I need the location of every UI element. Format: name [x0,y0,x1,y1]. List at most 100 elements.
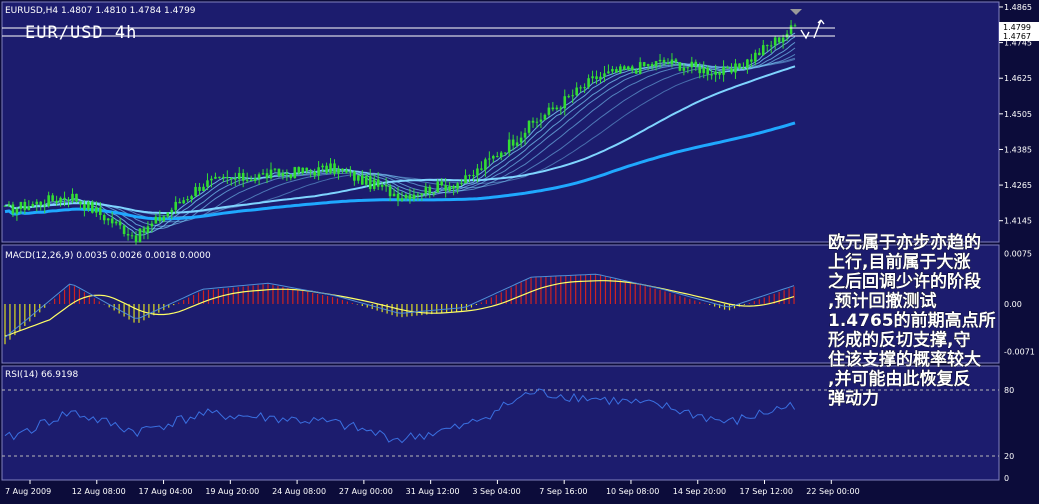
candle-body [503,152,507,154]
chart-window: 1.4865 1.4745 1.4625 1.4505 1.4385 1.4265 1.41… [0,0,1039,500]
candle-body [210,178,213,181]
candle-body [372,179,376,189]
candle-body [666,62,670,64]
candle-body [376,179,380,187]
candle-body [222,176,225,178]
candle-body [607,71,610,74]
macd-header: MACD(12,26,9) 0.0035 0.0026 0.0018 0.000… [5,251,211,261]
candle-body [777,37,781,43]
candle-body [229,177,233,179]
candle-body [730,68,733,73]
candle-body [694,61,698,67]
candle-body [480,168,483,170]
candle-body [543,114,547,120]
annotation-line: 形成的反切支撑,守 [828,330,970,351]
candle-body [642,62,646,67]
candle-body [158,216,162,221]
annotation-line: 弹动力 [828,388,879,409]
candle-body [289,174,293,179]
candle-body [341,168,344,171]
time-tick-label: 22 Sep 00:00 [806,487,859,496]
candle-body [297,167,301,174]
candle-body [79,201,82,204]
candle-body [591,76,594,79]
candle-body [789,25,793,34]
candle-body [563,96,567,109]
candle-body [67,199,70,201]
candle-body [269,169,273,179]
candle-body [281,172,285,176]
candle-body [567,96,571,98]
candle-body [218,176,221,178]
candle-body [492,156,495,159]
candle-body [245,179,249,181]
symbol-header: EURUSD,H4 1.4807 1.4810 1.4784 1.4799 [5,6,196,16]
rsi-tick-label: 20 [1004,452,1014,461]
macd-tick-label: -0.0071 [1004,348,1035,357]
candle-body [412,194,416,200]
candle-body [646,64,650,67]
candle-body [150,223,154,227]
candle-body [674,59,678,63]
macd-tick-label: 0.0075 [1004,250,1032,259]
candle-body [353,171,356,181]
candle-body [384,184,388,187]
candle-body [499,152,503,158]
candle-body [416,194,420,196]
candle-body [468,175,471,177]
candle-body [452,186,455,189]
candle-body [615,69,618,73]
candle-body [261,173,265,175]
candle-body [98,207,102,216]
candle-body [769,45,773,47]
candle-body [178,201,181,204]
candle-body [765,45,769,47]
candle-body [154,216,158,224]
candle-body [27,206,31,211]
rsi-tick-label: 80 [1004,386,1014,395]
candle-body [364,175,368,185]
chart-canvas[interactable]: 1.48651.47451.46251.45051.43851.42651.41… [0,0,1039,500]
candle-body [134,235,138,243]
candle-body [662,59,666,63]
candle-body [392,193,396,197]
candle-body [587,78,590,88]
candle-body [333,163,336,174]
candle-body [329,163,332,173]
candle-body [95,207,98,213]
candle-body [309,170,312,172]
candle-body [761,45,765,56]
candle-body [726,67,729,69]
annotation-line: 欧元属于亦步亦趋的 [828,232,981,253]
candle-body [396,193,400,201]
candle-body [718,71,721,75]
candle-body [781,37,785,43]
candle-body [91,202,94,213]
candle-body [742,67,745,69]
time-tick-label: 17 Sep 12:00 [740,487,793,496]
candle-body [170,209,174,213]
candle-body [420,193,424,196]
candle-body [388,186,392,197]
annotation-line: ,并可能由此恢复反 [828,369,970,390]
candle-body [464,175,467,184]
candle-body [257,174,261,179]
candle-body [142,228,146,233]
candle-body [448,186,451,191]
chart-big-title: EUR/USD 4h [25,23,137,43]
candle-body [106,218,110,221]
candle-body [75,193,78,202]
candle-body [428,186,432,194]
candle-body [313,171,316,176]
candle-body [758,52,761,56]
candle-body [551,107,555,110]
candle-body [206,180,209,187]
candle-body [750,59,753,62]
candle-body [539,119,543,122]
candle-body [162,216,166,221]
candle-body [63,197,66,200]
candle-body [400,198,404,201]
candle-body [87,202,90,210]
candle-body [241,173,245,181]
price-tick-label: 1.4865 [1004,3,1032,12]
